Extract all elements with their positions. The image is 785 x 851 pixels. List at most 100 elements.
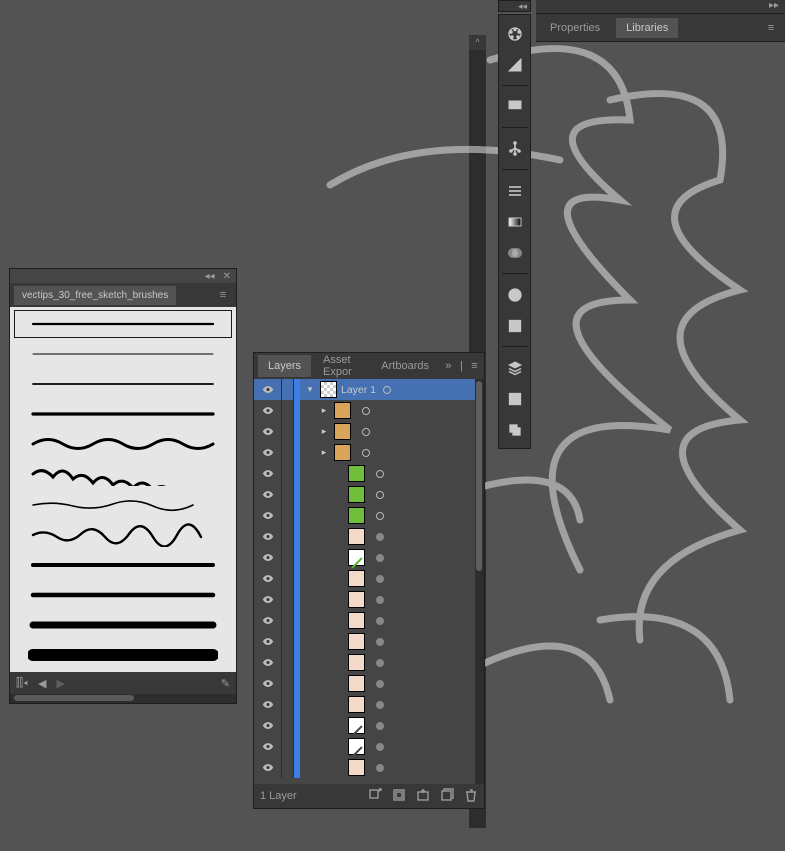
sublayer-row[interactable] — [254, 505, 484, 526]
color-panel-icon[interactable] — [500, 19, 529, 48]
lock-column[interactable] — [282, 421, 294, 442]
target-icon[interactable] — [369, 470, 391, 478]
sublayer-row[interactable] — [254, 589, 484, 610]
brushes-hscroll[interactable] — [10, 694, 236, 703]
artboards-icon[interactable] — [500, 415, 529, 444]
sublayer-row[interactable] — [254, 631, 484, 652]
target-icon[interactable] — [369, 659, 391, 667]
brush-swatch[interactable] — [15, 461, 231, 487]
brush-swatch[interactable] — [15, 431, 231, 457]
lock-column[interactable] — [282, 610, 294, 631]
layers-list[interactable]: ▾Layer 1 ▸ ▸ ▸ — [254, 379, 484, 784]
lock-column[interactable] — [282, 400, 294, 421]
layer-row[interactable]: ▾Layer 1 — [254, 379, 484, 400]
visibility-toggle[interactable] — [254, 568, 282, 589]
brushes-menu-icon[interactable]: ≡ — [214, 289, 232, 301]
prev-brush-icon[interactable]: ◀ — [38, 677, 46, 690]
visibility-toggle[interactable] — [254, 631, 282, 652]
tab-asset-export[interactable]: Asset Expor — [313, 349, 369, 383]
disclosure-right-icon[interactable]: ▸ — [318, 426, 330, 437]
target-icon[interactable] — [369, 617, 391, 625]
lock-column[interactable] — [282, 484, 294, 505]
symbols-icon[interactable] — [500, 134, 529, 163]
layers-expand-icon[interactable]: » — [443, 360, 454, 372]
brush-swatch[interactable] — [15, 612, 231, 638]
libraries-menu-icon[interactable]: ⫿⫿◂ — [16, 677, 28, 690]
lock-column[interactable] — [282, 379, 294, 400]
target-icon[interactable] — [369, 701, 391, 709]
tab-artboards[interactable]: Artboards — [371, 355, 439, 377]
swatches-icon[interactable] — [500, 92, 529, 121]
target-icon[interactable] — [376, 386, 398, 394]
right-dock-menu-icon[interactable]: ≡ — [761, 22, 781, 34]
brush-swatch[interactable] — [15, 371, 231, 397]
sublayer-row[interactable] — [254, 568, 484, 589]
color-guide-icon[interactable] — [500, 50, 529, 79]
disclosure-right-icon[interactable]: ▸ — [318, 447, 330, 458]
target-icon[interactable] — [369, 743, 391, 751]
sublayer-row[interactable] — [254, 673, 484, 694]
sublayer-row[interactable] — [254, 757, 484, 778]
target-icon[interactable] — [369, 596, 391, 604]
target-icon[interactable] — [355, 428, 377, 436]
target-icon[interactable] — [369, 638, 391, 646]
sublayer-row[interactable] — [254, 694, 484, 715]
target-icon[interactable] — [369, 533, 391, 541]
visibility-toggle[interactable] — [254, 505, 282, 526]
visibility-toggle[interactable] — [254, 463, 282, 484]
visibility-toggle[interactable] — [254, 715, 282, 736]
lock-column[interactable] — [282, 547, 294, 568]
target-icon[interactable] — [369, 575, 391, 583]
transparency-icon[interactable] — [500, 238, 529, 267]
new-layer-icon[interactable] — [440, 788, 454, 805]
delete-layer-icon[interactable] — [464, 788, 478, 805]
visibility-toggle[interactable] — [254, 736, 282, 757]
gradient-icon[interactable] — [500, 207, 529, 236]
visibility-toggle[interactable] — [254, 589, 282, 610]
target-icon[interactable] — [369, 554, 391, 562]
brush-swatch[interactable] — [15, 491, 231, 517]
sublayer-row[interactable]: ▸ — [254, 421, 484, 442]
brushes-tab[interactable]: vectips_30_free_sketch_brushes — [14, 286, 176, 305]
lock-column[interactable] — [282, 442, 294, 463]
visibility-toggle[interactable] — [254, 400, 282, 421]
layer-name[interactable]: Layer 1 — [341, 384, 376, 396]
target-icon[interactable] — [355, 407, 377, 415]
disclosure-right-icon[interactable]: ▸ — [318, 405, 330, 416]
brush-swatch[interactable] — [15, 311, 231, 337]
lock-column[interactable] — [282, 694, 294, 715]
sublayer-row[interactable] — [254, 652, 484, 673]
new-sublayer-icon[interactable] — [416, 788, 430, 805]
toolstrip-collapse[interactable]: ◂◂ — [498, 0, 531, 12]
brushes-titlebar[interactable]: ◂◂ ✕ — [10, 269, 236, 283]
lock-column[interactable] — [282, 526, 294, 547]
lock-column[interactable] — [282, 652, 294, 673]
target-icon[interactable] — [369, 722, 391, 730]
visibility-toggle[interactable] — [254, 610, 282, 631]
tab-layers[interactable]: Layers — [258, 355, 311, 377]
visibility-toggle[interactable] — [254, 694, 282, 715]
sublayer-row[interactable] — [254, 715, 484, 736]
sublayer-row[interactable]: ▸ — [254, 400, 484, 421]
lock-column[interactable] — [282, 589, 294, 610]
sublayer-row[interactable] — [254, 547, 484, 568]
visibility-toggle[interactable] — [254, 757, 282, 778]
tab-properties[interactable]: Properties — [540, 18, 610, 38]
brush-swatch[interactable] — [15, 552, 231, 578]
lock-column[interactable] — [282, 715, 294, 736]
brush-list[interactable] — [10, 307, 236, 672]
lock-column[interactable] — [282, 673, 294, 694]
layers-icon[interactable] — [500, 353, 529, 382]
stroke-icon[interactable] — [500, 176, 529, 205]
sublayer-row[interactable] — [254, 610, 484, 631]
visibility-toggle[interactable] — [254, 484, 282, 505]
sublayer-row[interactable] — [254, 463, 484, 484]
visibility-toggle[interactable] — [254, 421, 282, 442]
collapse-icon[interactable]: ◂◂ — [205, 271, 215, 282]
layers-vscroll[interactable] — [475, 379, 484, 784]
brush-options-icon[interactable]: ✎ — [221, 677, 230, 690]
brush-swatch[interactable] — [15, 582, 231, 608]
brush-swatch[interactable] — [15, 401, 231, 427]
target-icon[interactable] — [355, 449, 377, 457]
lock-column[interactable] — [282, 463, 294, 484]
